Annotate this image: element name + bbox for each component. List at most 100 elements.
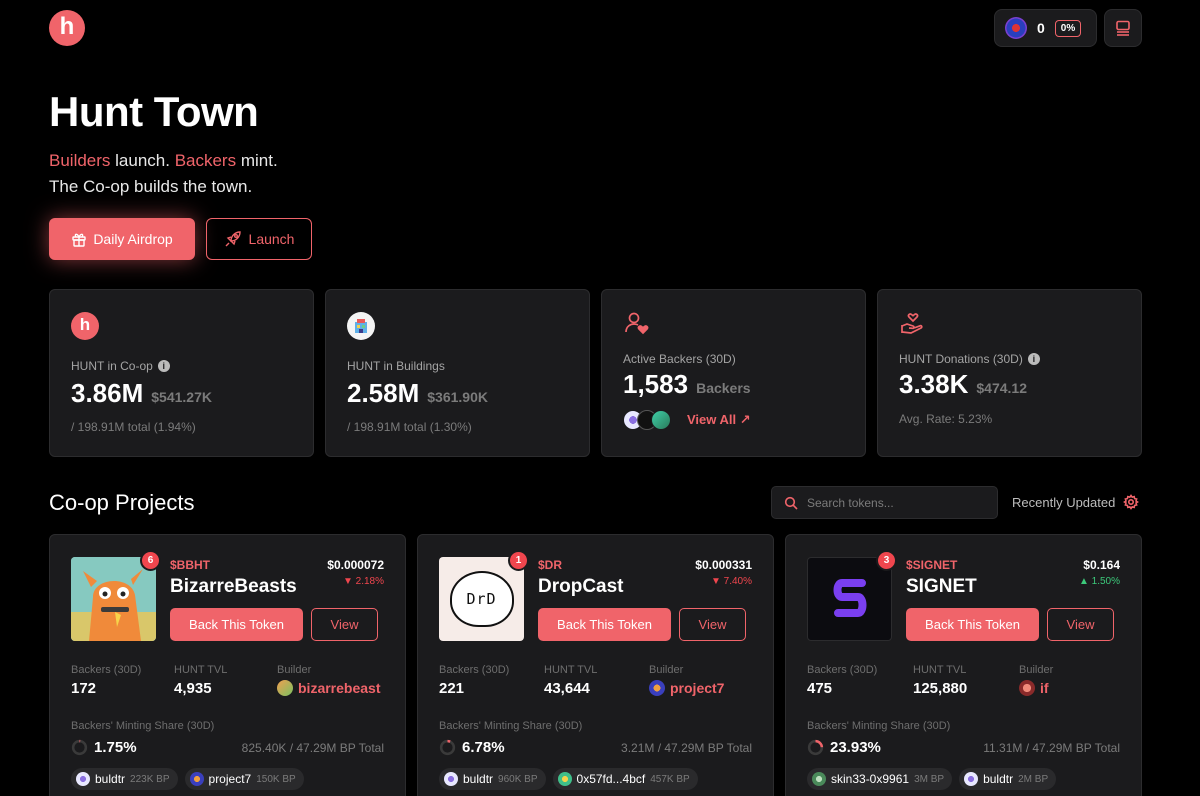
backer-avatar bbox=[964, 772, 979, 786]
gear-icon[interactable] bbox=[1123, 494, 1140, 510]
minting-share-label: Backers' Minting Share (30D) bbox=[71, 720, 215, 732]
builder-link[interactable]: project7 bbox=[649, 680, 724, 696]
token-ticker: $BBHT bbox=[170, 558, 211, 572]
stat-footnote: / 198.91M total (1.30%) bbox=[347, 420, 472, 434]
search-input[interactable] bbox=[807, 495, 987, 510]
rocket-icon bbox=[225, 231, 241, 247]
share-total: 11.31M / 47.29M BP Total bbox=[983, 740, 1120, 755]
launch-button[interactable]: Launch bbox=[206, 218, 312, 260]
view-button[interactable]: View bbox=[311, 608, 378, 641]
top-backers: buldtr 960K BP 0x57fd...4bcf 457K BP bbox=[439, 768, 698, 790]
daily-airdrop-label: Daily Airdrop bbox=[93, 231, 173, 247]
project-name[interactable]: DropCast bbox=[538, 576, 624, 598]
gift-icon bbox=[72, 233, 87, 247]
project-name[interactable]: BizarreBeasts bbox=[170, 576, 297, 598]
hunt-town-logo[interactable]: h bbox=[49, 10, 85, 46]
back-this-token-button[interactable]: Back This Token bbox=[906, 608, 1039, 641]
backer-chip[interactable]: buldtr 223K BP bbox=[71, 768, 178, 790]
builder-name: bizarrebeast bbox=[298, 680, 381, 696]
builder-name: if bbox=[1040, 680, 1049, 696]
menu-button[interactable] bbox=[1104, 9, 1142, 47]
project-thumbnail[interactable] bbox=[71, 557, 156, 641]
stat-label: HUNT Donations (30D) i bbox=[899, 352, 1040, 366]
view-button[interactable]: View bbox=[679, 608, 746, 641]
progress-ring bbox=[439, 739, 456, 756]
back-this-token-button[interactable]: Back This Token bbox=[170, 608, 303, 641]
stat-value: 1,583 Backers bbox=[623, 369, 751, 400]
backer-chip[interactable]: skin33-0x9961 3M BP bbox=[807, 768, 953, 790]
stat-label: Active Backers (30D) bbox=[623, 352, 736, 366]
rank-badge: 6 bbox=[140, 550, 161, 571]
wallet-count: 0 bbox=[1037, 20, 1045, 36]
stat-value-usd: $474.12 bbox=[976, 380, 1027, 396]
launch-label: Launch bbox=[248, 231, 295, 247]
backers-label: Backers (30D) bbox=[807, 664, 878, 676]
search-icon bbox=[784, 496, 798, 510]
builder-link[interactable]: bizarrebeast bbox=[277, 680, 380, 696]
minting-share-row: 1.75% 825.40K / 47.29M BP Total bbox=[71, 739, 384, 756]
tvl-value: 43,644 bbox=[544, 680, 590, 697]
backer-avatar[interactable] bbox=[651, 410, 671, 430]
top-backers: skin33-0x9961 3M BP buldtr 2M BP bbox=[807, 768, 1057, 790]
info-icon[interactable]: i bbox=[1027, 353, 1040, 365]
token-price: $0.000072 bbox=[327, 558, 384, 572]
hero-line-1: Builders launch. Backers mint. bbox=[49, 148, 278, 174]
share-percent: 6.78% bbox=[462, 739, 505, 756]
stat-value-unit: Backers bbox=[696, 380, 751, 396]
stat-footnote: / 198.91M total (1.94%) bbox=[71, 420, 196, 434]
builder-label: Builder bbox=[1019, 664, 1054, 676]
builders-word: Builders bbox=[49, 151, 111, 170]
project-thumbnail[interactable] bbox=[807, 557, 892, 641]
backer-name: 0x57fd...4bcf bbox=[576, 772, 646, 786]
building-icon bbox=[347, 312, 375, 340]
user-heart-icon bbox=[625, 312, 649, 335]
backer-avatar bbox=[444, 772, 458, 786]
menu-icon bbox=[1116, 20, 1130, 36]
daily-airdrop-button[interactable]: Daily Airdrop bbox=[49, 218, 195, 260]
stat-card-hunt-in-buildings: HUNT in Buildings 2.58M $361.90K / 198.9… bbox=[325, 289, 590, 457]
info-icon[interactable]: i bbox=[157, 360, 170, 372]
backers-value: 172 bbox=[71, 680, 97, 697]
stat-label-text: HUNT in Co-op bbox=[71, 359, 153, 373]
backer-bp: 223K BP bbox=[130, 773, 170, 785]
backer-name: buldtr bbox=[463, 772, 494, 786]
backer-bp: 3M BP bbox=[914, 773, 945, 785]
stat-card-hunt-donations: HUNT Donations (30D) i 3.38K $474.12 Avg… bbox=[877, 289, 1142, 457]
stat-value: 3.38K $474.12 bbox=[899, 369, 1027, 400]
builder-link[interactable]: if bbox=[1019, 680, 1049, 696]
backer-chip[interactable]: buldtr 960K BP bbox=[439, 768, 546, 790]
minting-share-label: Backers' Minting Share (30D) bbox=[807, 720, 951, 732]
backer-avatar bbox=[557, 772, 572, 786]
back-this-token-button[interactable]: Back This Token bbox=[538, 608, 671, 641]
page-title: Hunt Town bbox=[49, 88, 259, 135]
stat-label-text: HUNT Donations (30D) bbox=[899, 352, 1023, 366]
backer-avatar bbox=[76, 772, 90, 786]
project-thumbnail[interactable]: DrD bbox=[439, 557, 524, 641]
project-card-bizarrebeasts: 6 $BBHT BizarreBeasts $0.000072 ▼ 2.18% … bbox=[49, 534, 406, 796]
project-name[interactable]: SIGNET bbox=[906, 576, 977, 598]
stat-value-usd: $541.27K bbox=[151, 389, 212, 405]
hunt-logo-icon: h bbox=[71, 312, 99, 340]
tvl-label: HUNT TVL bbox=[913, 664, 967, 676]
search-box[interactable] bbox=[771, 486, 998, 519]
view-button[interactable]: View bbox=[1047, 608, 1114, 641]
backer-avatar bbox=[812, 772, 826, 786]
backer-chip[interactable]: buldtr 2M BP bbox=[959, 768, 1057, 790]
view-all-backers-link[interactable]: View All ↗ bbox=[687, 412, 751, 428]
backer-chip[interactable]: 0x57fd...4bcf 457K BP bbox=[552, 768, 698, 790]
builder-avatar bbox=[277, 680, 293, 696]
backer-chip[interactable]: project7 150K BP bbox=[184, 768, 304, 790]
minting-share-label: Backers' Minting Share (30D) bbox=[439, 720, 583, 732]
tvl-label: HUNT TVL bbox=[174, 664, 228, 676]
progress-ring bbox=[71, 739, 88, 756]
backer-name: buldtr bbox=[95, 772, 126, 786]
wallet-button[interactable]: 0 0% bbox=[994, 9, 1097, 47]
sort-dropdown[interactable]: Recently Updated bbox=[1012, 494, 1140, 510]
backer-avatars: View All ↗ bbox=[623, 410, 751, 430]
project-card-dropcast: DrD 1 $DR DropCast $0.000331 ▼ 7.40% Bac… bbox=[417, 534, 774, 796]
backer-bp: 2M BP bbox=[1018, 773, 1049, 785]
minting-share-row: 23.93% 11.31M / 47.29M BP Total bbox=[807, 739, 1120, 756]
backer-name: project7 bbox=[208, 772, 252, 786]
token-price: $0.164 bbox=[1083, 558, 1120, 572]
share-percent: 23.93% bbox=[830, 739, 881, 756]
